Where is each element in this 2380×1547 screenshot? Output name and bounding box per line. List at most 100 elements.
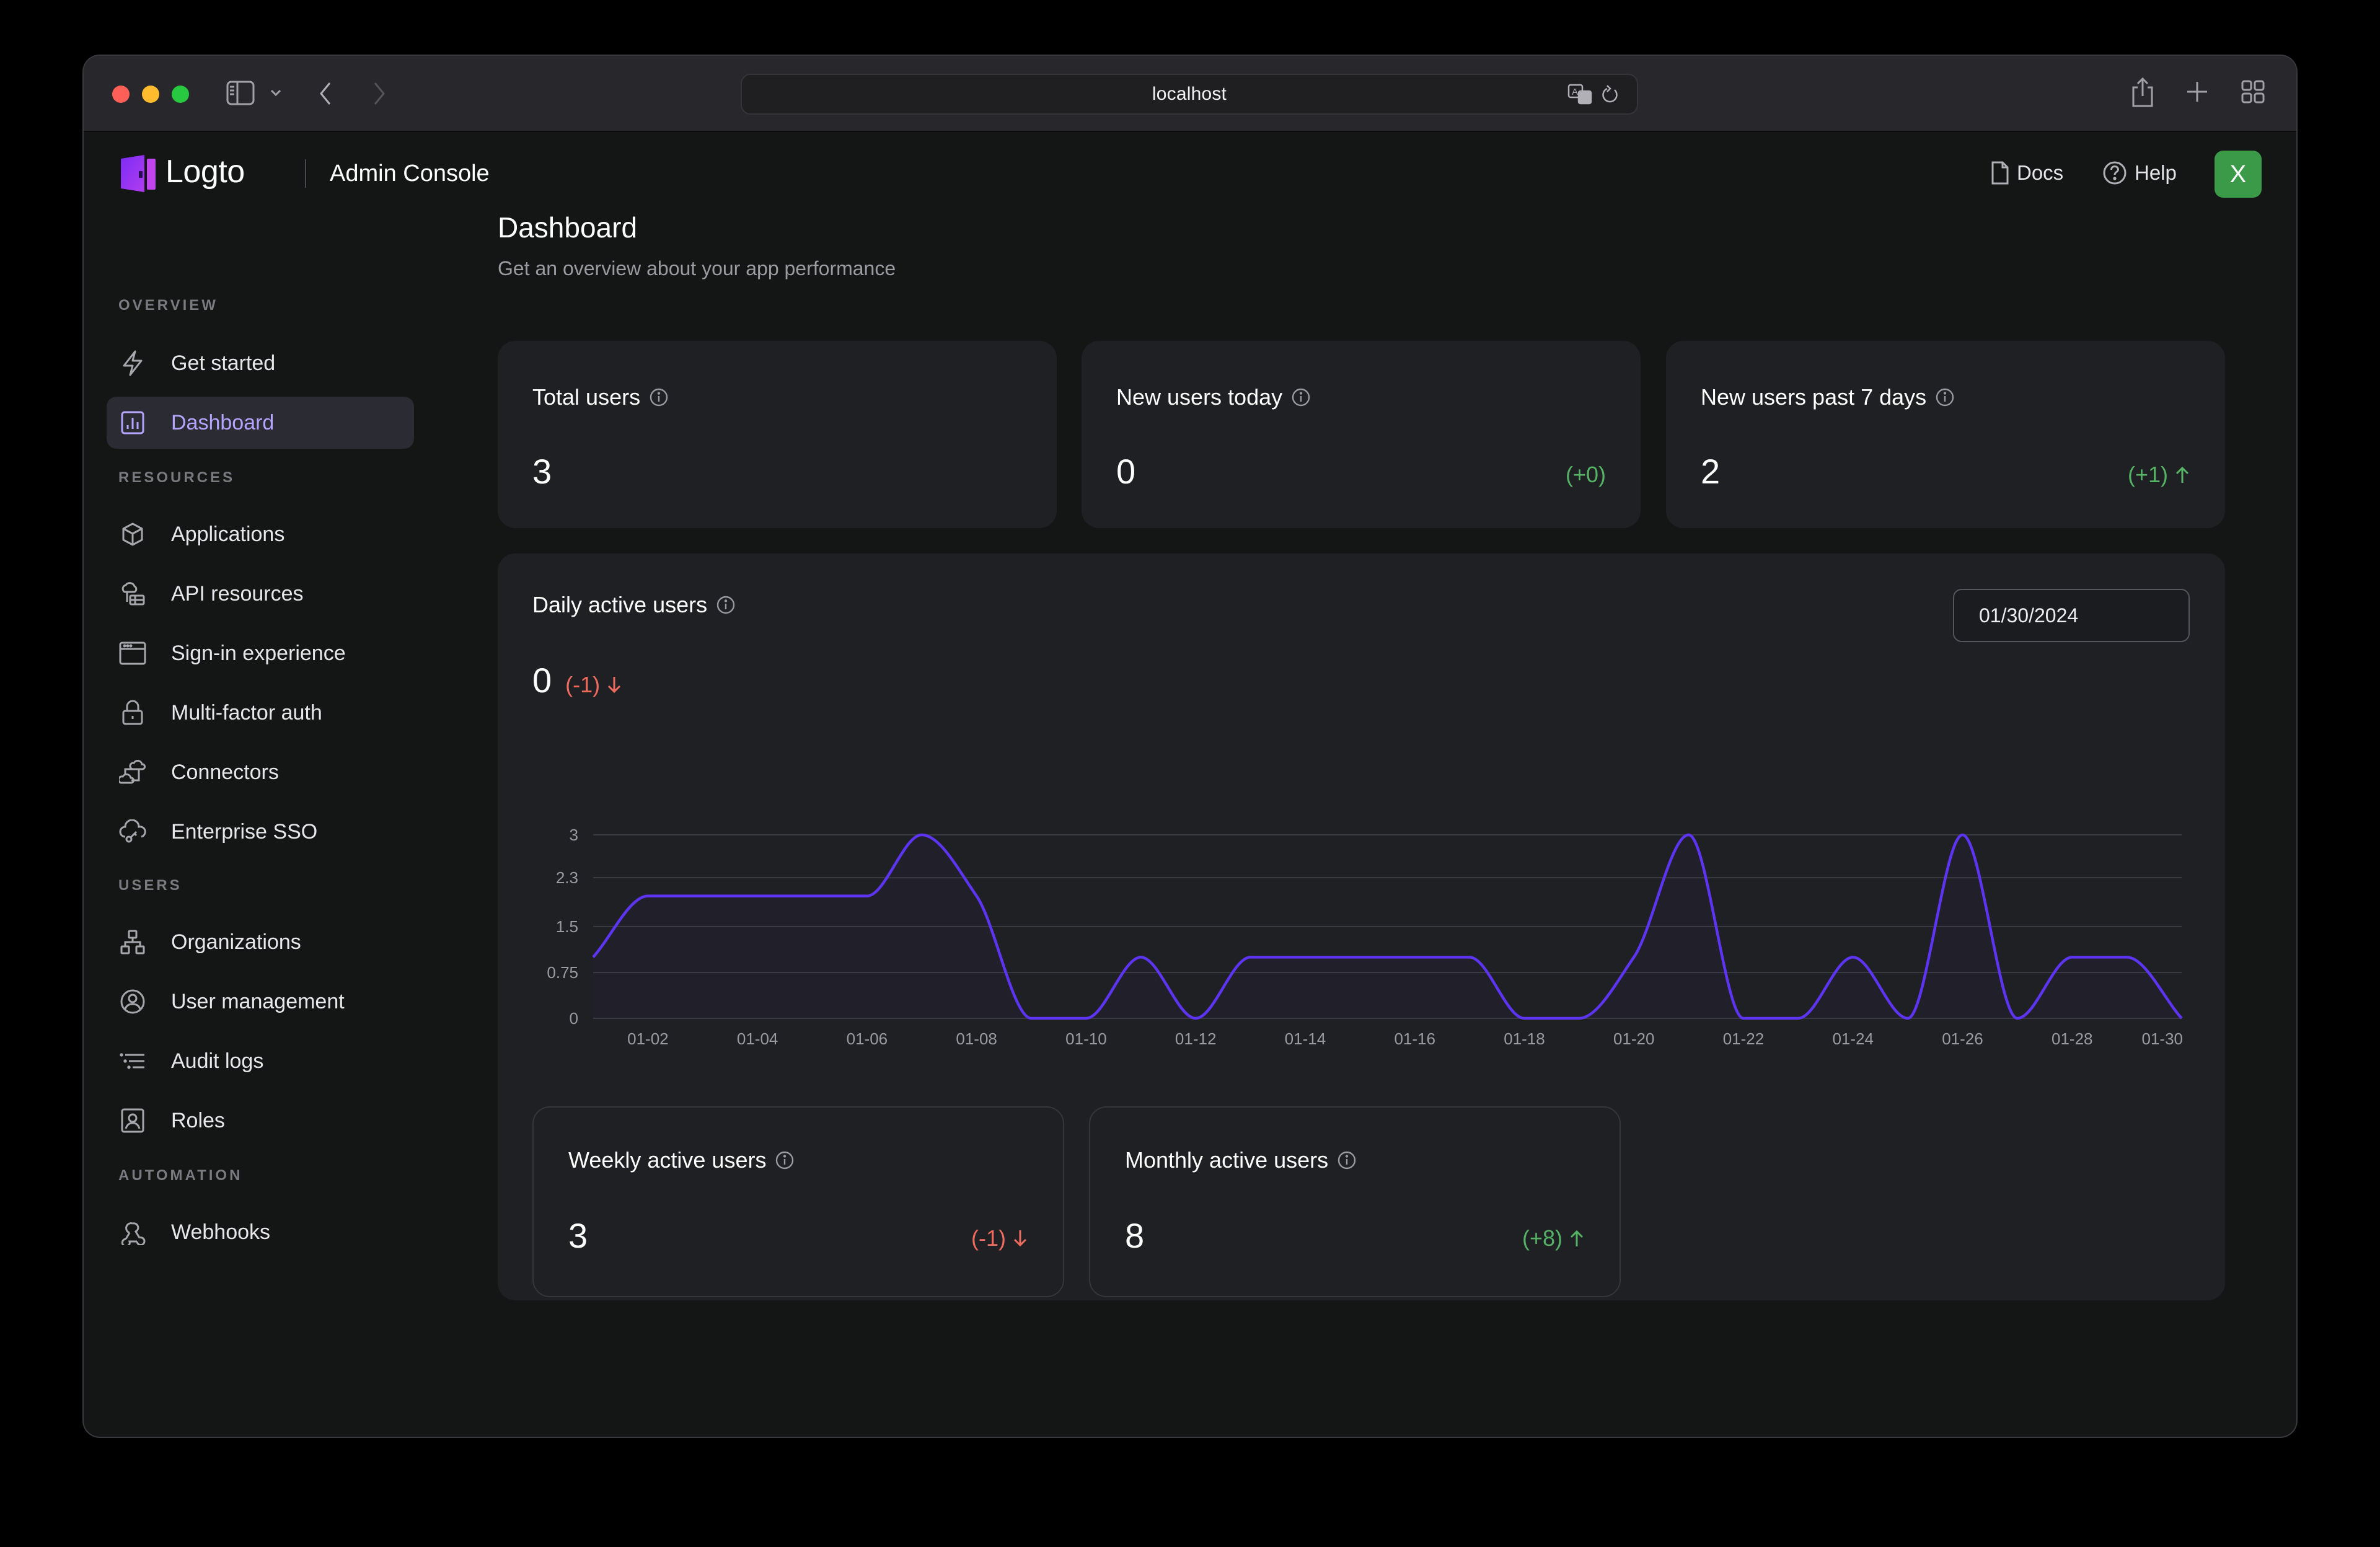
translate-icon[interactable]: A <box>1567 84 1592 106</box>
sidebar-item-roles[interactable]: Roles <box>107 1095 414 1147</box>
x-tick-label: 01-24 <box>1832 1029 1874 1048</box>
stat-title: Weekly active users <box>568 1147 767 1173</box>
sidebar-item-label: Get started <box>171 351 276 375</box>
weekly-active-users-card: Weekly active users 3 (-1) <box>532 1106 1064 1297</box>
sidebar-item-audit-logs[interactable]: Audit logs <box>107 1035 414 1087</box>
x-tick-label: 01-10 <box>1065 1029 1107 1048</box>
stat-title: Total users <box>532 384 641 410</box>
list-icon <box>118 1046 148 1076</box>
delta-text: (-1) <box>971 1225 1006 1251</box>
info-icon[interactable] <box>775 1150 795 1170</box>
minimize-window-button[interactable] <box>142 86 159 103</box>
close-window-button[interactable] <box>112 86 130 103</box>
data-point-01-22 <box>1742 1016 1745 1020</box>
stat-delta: (-1) <box>971 1225 1028 1251</box>
sidebar-item-enterprise-sso[interactable]: Enterprise SSO <box>107 806 414 858</box>
help-circle-icon <box>2103 161 2127 185</box>
page-title: Dashboard <box>498 211 638 244</box>
sidebar-item-dashboard[interactable]: Dashboard <box>107 397 414 449</box>
delta-text: (+0) <box>1565 462 1606 487</box>
data-point-01-07 <box>920 833 923 837</box>
console-title: Admin Console <box>330 161 490 187</box>
data-point-01-11 <box>1139 955 1143 959</box>
data-point-01-18 <box>1522 1016 1526 1020</box>
header-divider <box>305 159 306 188</box>
stat-title: New users past 7 days <box>1701 384 1927 410</box>
app-header: Logto Admin Console Docs Help X <box>84 132 2296 213</box>
back-icon[interactable] <box>316 79 335 108</box>
forward-icon[interactable] <box>370 79 389 108</box>
cloud-key-icon <box>118 817 148 847</box>
sidebar-item-multi-factor-auth[interactable]: Multi-factor auth <box>107 687 414 739</box>
sidebar-item-api-resources[interactable]: API resources <box>107 568 414 620</box>
total-users-card: Total users 3 <box>498 341 1057 528</box>
info-icon[interactable] <box>1291 387 1311 407</box>
sidebar-item-label: Connectors <box>171 760 279 784</box>
sidebar-item-connectors[interactable]: Connectors <box>107 746 414 798</box>
sidebar-item-label: Roles <box>171 1108 225 1132</box>
x-tick-label: 01-22 <box>1723 1029 1765 1048</box>
data-point-01-14 <box>1303 955 1307 959</box>
sidebar-item-applications[interactable]: Applications <box>107 508 414 560</box>
x-tick-label: 01-02 <box>627 1029 669 1048</box>
sidebar-item-get-started[interactable]: Get started <box>107 337 414 389</box>
data-point-01-04 <box>756 894 759 898</box>
stat-title-row: New users today <box>1116 384 1311 410</box>
browser-titlebar: localhost A <box>84 56 2296 132</box>
address-bar[interactable]: localhost A <box>741 74 1638 115</box>
new-tab-icon[interactable] <box>2185 79 2210 104</box>
share-icon[interactable] <box>2129 76 2156 109</box>
sidebar-item-label: Multi-factor auth <box>171 700 322 725</box>
data-point-01-27 <box>2016 1016 2019 1020</box>
page-subtitle: Get an overview about your app performan… <box>498 257 896 280</box>
webhook-icon <box>118 1217 148 1247</box>
sidebar-item-label: API resources <box>171 581 304 606</box>
sidebar-item-label: Dashboard <box>171 410 275 434</box>
data-point-01-24 <box>1851 955 1855 959</box>
stat-delta: (+1) <box>2128 462 2190 488</box>
help-link[interactable]: Help <box>2102 157 2177 189</box>
x-tick-label: 01-14 <box>1285 1029 1326 1048</box>
data-point-01-01 <box>591 955 595 959</box>
stat-title-row: Weekly active users <box>568 1147 795 1173</box>
info-icon[interactable] <box>1337 1150 1357 1170</box>
user-avatar[interactable]: X <box>2215 151 2262 198</box>
sidebar-item-label: Webhooks <box>171 1220 271 1244</box>
sidebar-item-webhooks[interactable]: Webhooks <box>107 1206 414 1258</box>
sidebar-item-user-management[interactable]: User management <box>107 976 414 1028</box>
lightning-icon <box>118 348 148 378</box>
data-point-01-06 <box>865 894 869 898</box>
url-text: localhost <box>1152 84 1227 104</box>
info-icon[interactable] <box>1935 387 1955 407</box>
user-badge-icon <box>118 1106 148 1135</box>
org-tree-icon <box>118 927 148 957</box>
data-point-01-26 <box>1960 833 1964 837</box>
x-tick-label: 01-20 <box>1613 1029 1655 1048</box>
y-tick-label: 3 <box>570 826 578 844</box>
sidebar-section-overview: OVERVIEW <box>118 297 218 314</box>
sidebar-item-sign-in-experience[interactable]: Sign-in experience <box>107 627 414 679</box>
maximize-window-button[interactable] <box>172 86 189 103</box>
docs-link[interactable]: Docs <box>1991 157 2063 189</box>
tab-overview-icon[interactable] <box>2241 79 2265 104</box>
sidebar-item-label: Audit logs <box>171 1049 264 1073</box>
browser-window: localhost A Logto Admin Console Docs Hel… <box>84 56 2296 1437</box>
logto-logo-icon[interactable] <box>120 154 158 193</box>
data-point-01-10 <box>1084 1016 1088 1020</box>
arrow-up-icon <box>1570 1230 1584 1246</box>
chevron-down-icon[interactable] <box>268 83 283 103</box>
data-point-01-19 <box>1577 1016 1581 1020</box>
connectors-icon <box>118 757 148 787</box>
sidebar-toggle-icon[interactable] <box>226 81 255 105</box>
sidebar-item-organizations[interactable]: Organizations <box>107 916 414 968</box>
browser-window-icon <box>118 638 148 668</box>
y-tick-label: 0.75 <box>547 963 578 982</box>
y-tick-label: 2.3 <box>556 868 578 887</box>
stat-title-row: Total users <box>532 384 669 410</box>
lock-icon <box>118 698 148 728</box>
monthly-active-users-card: Monthly active users 8 (+8) <box>1089 1106 1621 1297</box>
info-icon[interactable] <box>649 387 669 407</box>
reload-icon[interactable] <box>1601 84 1622 107</box>
data-point-01-20 <box>1632 955 1636 959</box>
cube-icon <box>118 519 148 549</box>
